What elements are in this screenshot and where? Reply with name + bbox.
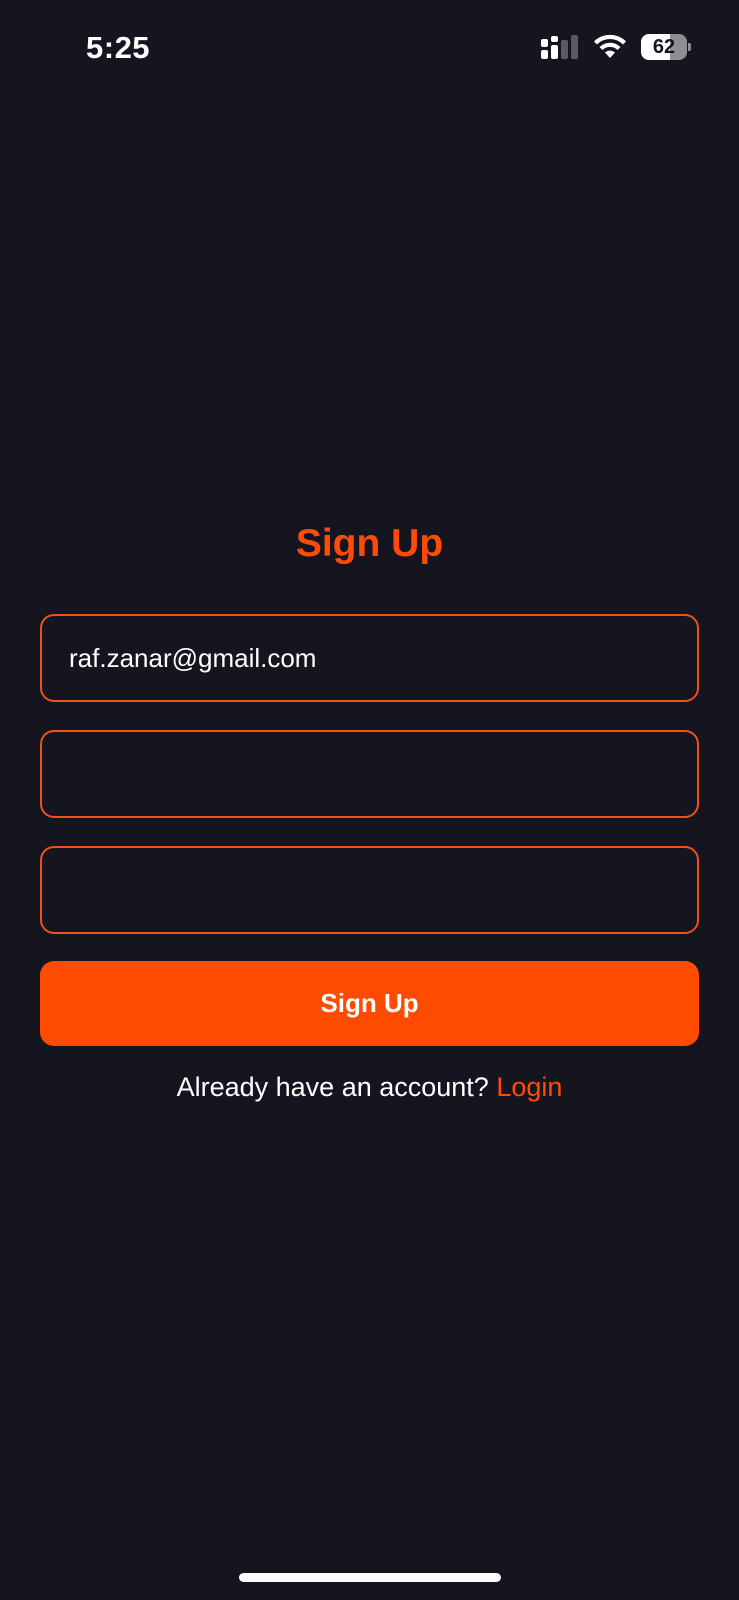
- battery-level: 62: [652, 35, 676, 58]
- wifi-icon: [594, 34, 626, 58]
- confirm-password-input[interactable]: [69, 874, 697, 906]
- home-indicator[interactable]: [239, 1573, 501, 1582]
- status-time: 5:25: [86, 30, 151, 65]
- login-prompt: Already have an account? Login: [0, 1072, 739, 1103]
- signup-screen: 5:25 62 Sign Up raf.zanar@gmail.com Sign…: [0, 0, 739, 1600]
- login-link[interactable]: Login: [496, 1072, 562, 1102]
- status-bar: 5:25 62: [0, 0, 739, 100]
- login-prompt-text: Already have an account?: [176, 1072, 497, 1102]
- email-field[interactable]: [40, 614, 699, 702]
- signup-button[interactable]: Sign Up: [40, 961, 699, 1046]
- battery-icon: 62: [641, 34, 691, 60]
- email-input[interactable]: [69, 642, 697, 674]
- status-icons: 62: [541, 34, 691, 60]
- confirm-password-field[interactable]: [40, 846, 699, 934]
- password-input[interactable]: [69, 758, 697, 790]
- password-field[interactable]: [40, 730, 699, 818]
- page-title: Sign Up: [295, 522, 444, 565]
- signal-icon: [541, 35, 578, 59]
